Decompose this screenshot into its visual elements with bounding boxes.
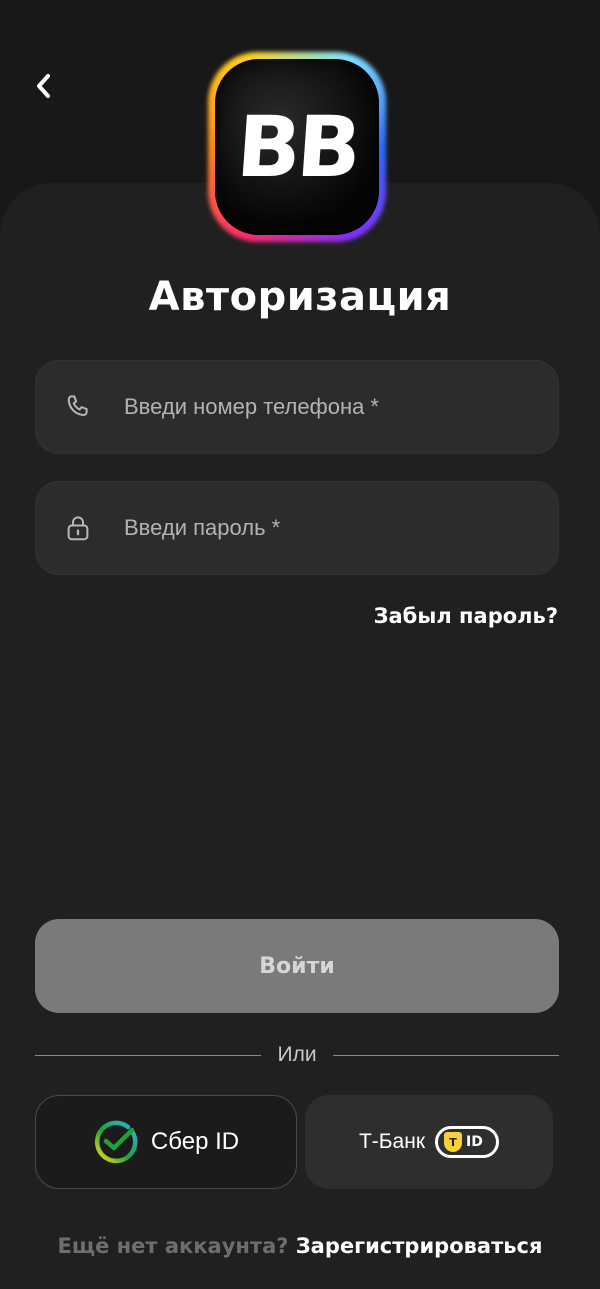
forgot-password-link[interactable]: Забыл пароль?	[374, 604, 558, 628]
logo-text: BB	[233, 98, 361, 196]
or-divider: Или	[35, 1040, 560, 1070]
password-field[interactable]: Введи пароль *	[35, 481, 559, 575]
divider-text: Или	[277, 1043, 317, 1066]
divider-line-left	[35, 1054, 262, 1056]
logo-tile: BB	[215, 59, 379, 235]
register-row: Ещё нет аккаунта? Зарегистрироваться	[0, 1234, 600, 1258]
sber-id-label: Сбер ID	[150, 1128, 240, 1155]
tbank-shield-icon: Т	[444, 1132, 463, 1152]
lock-icon	[58, 508, 98, 548]
password-placeholder: Введи пароль *	[124, 515, 281, 540]
divider-line-right	[332, 1054, 560, 1056]
phone-field[interactable]: Введи номер телефона *	[35, 360, 559, 454]
phone-placeholder: Введи номер телефона *	[124, 394, 379, 419]
register-link[interactable]: Зарегистрироваться	[296, 1234, 543, 1258]
phone-icon	[58, 387, 98, 427]
sber-id-button[interactable]: Сбер ID	[35, 1095, 297, 1189]
tbank-id-button[interactable]: Т-Банк Т ID	[305, 1095, 553, 1189]
tbank-id-text: ID	[466, 1134, 483, 1150]
page-title: Авторизация	[148, 274, 452, 320]
app-logo: BB	[208, 52, 386, 242]
chevron-left-icon	[37, 74, 50, 98]
register-question: Ещё нет аккаунта?	[57, 1234, 289, 1258]
tbank-label: Т-Банк	[358, 1130, 426, 1153]
tbank-id-badge: Т ID	[435, 1126, 500, 1158]
login-button[interactable]: Войти	[35, 919, 559, 1013]
back-button[interactable]	[24, 66, 64, 106]
sber-check-icon	[94, 1120, 138, 1164]
